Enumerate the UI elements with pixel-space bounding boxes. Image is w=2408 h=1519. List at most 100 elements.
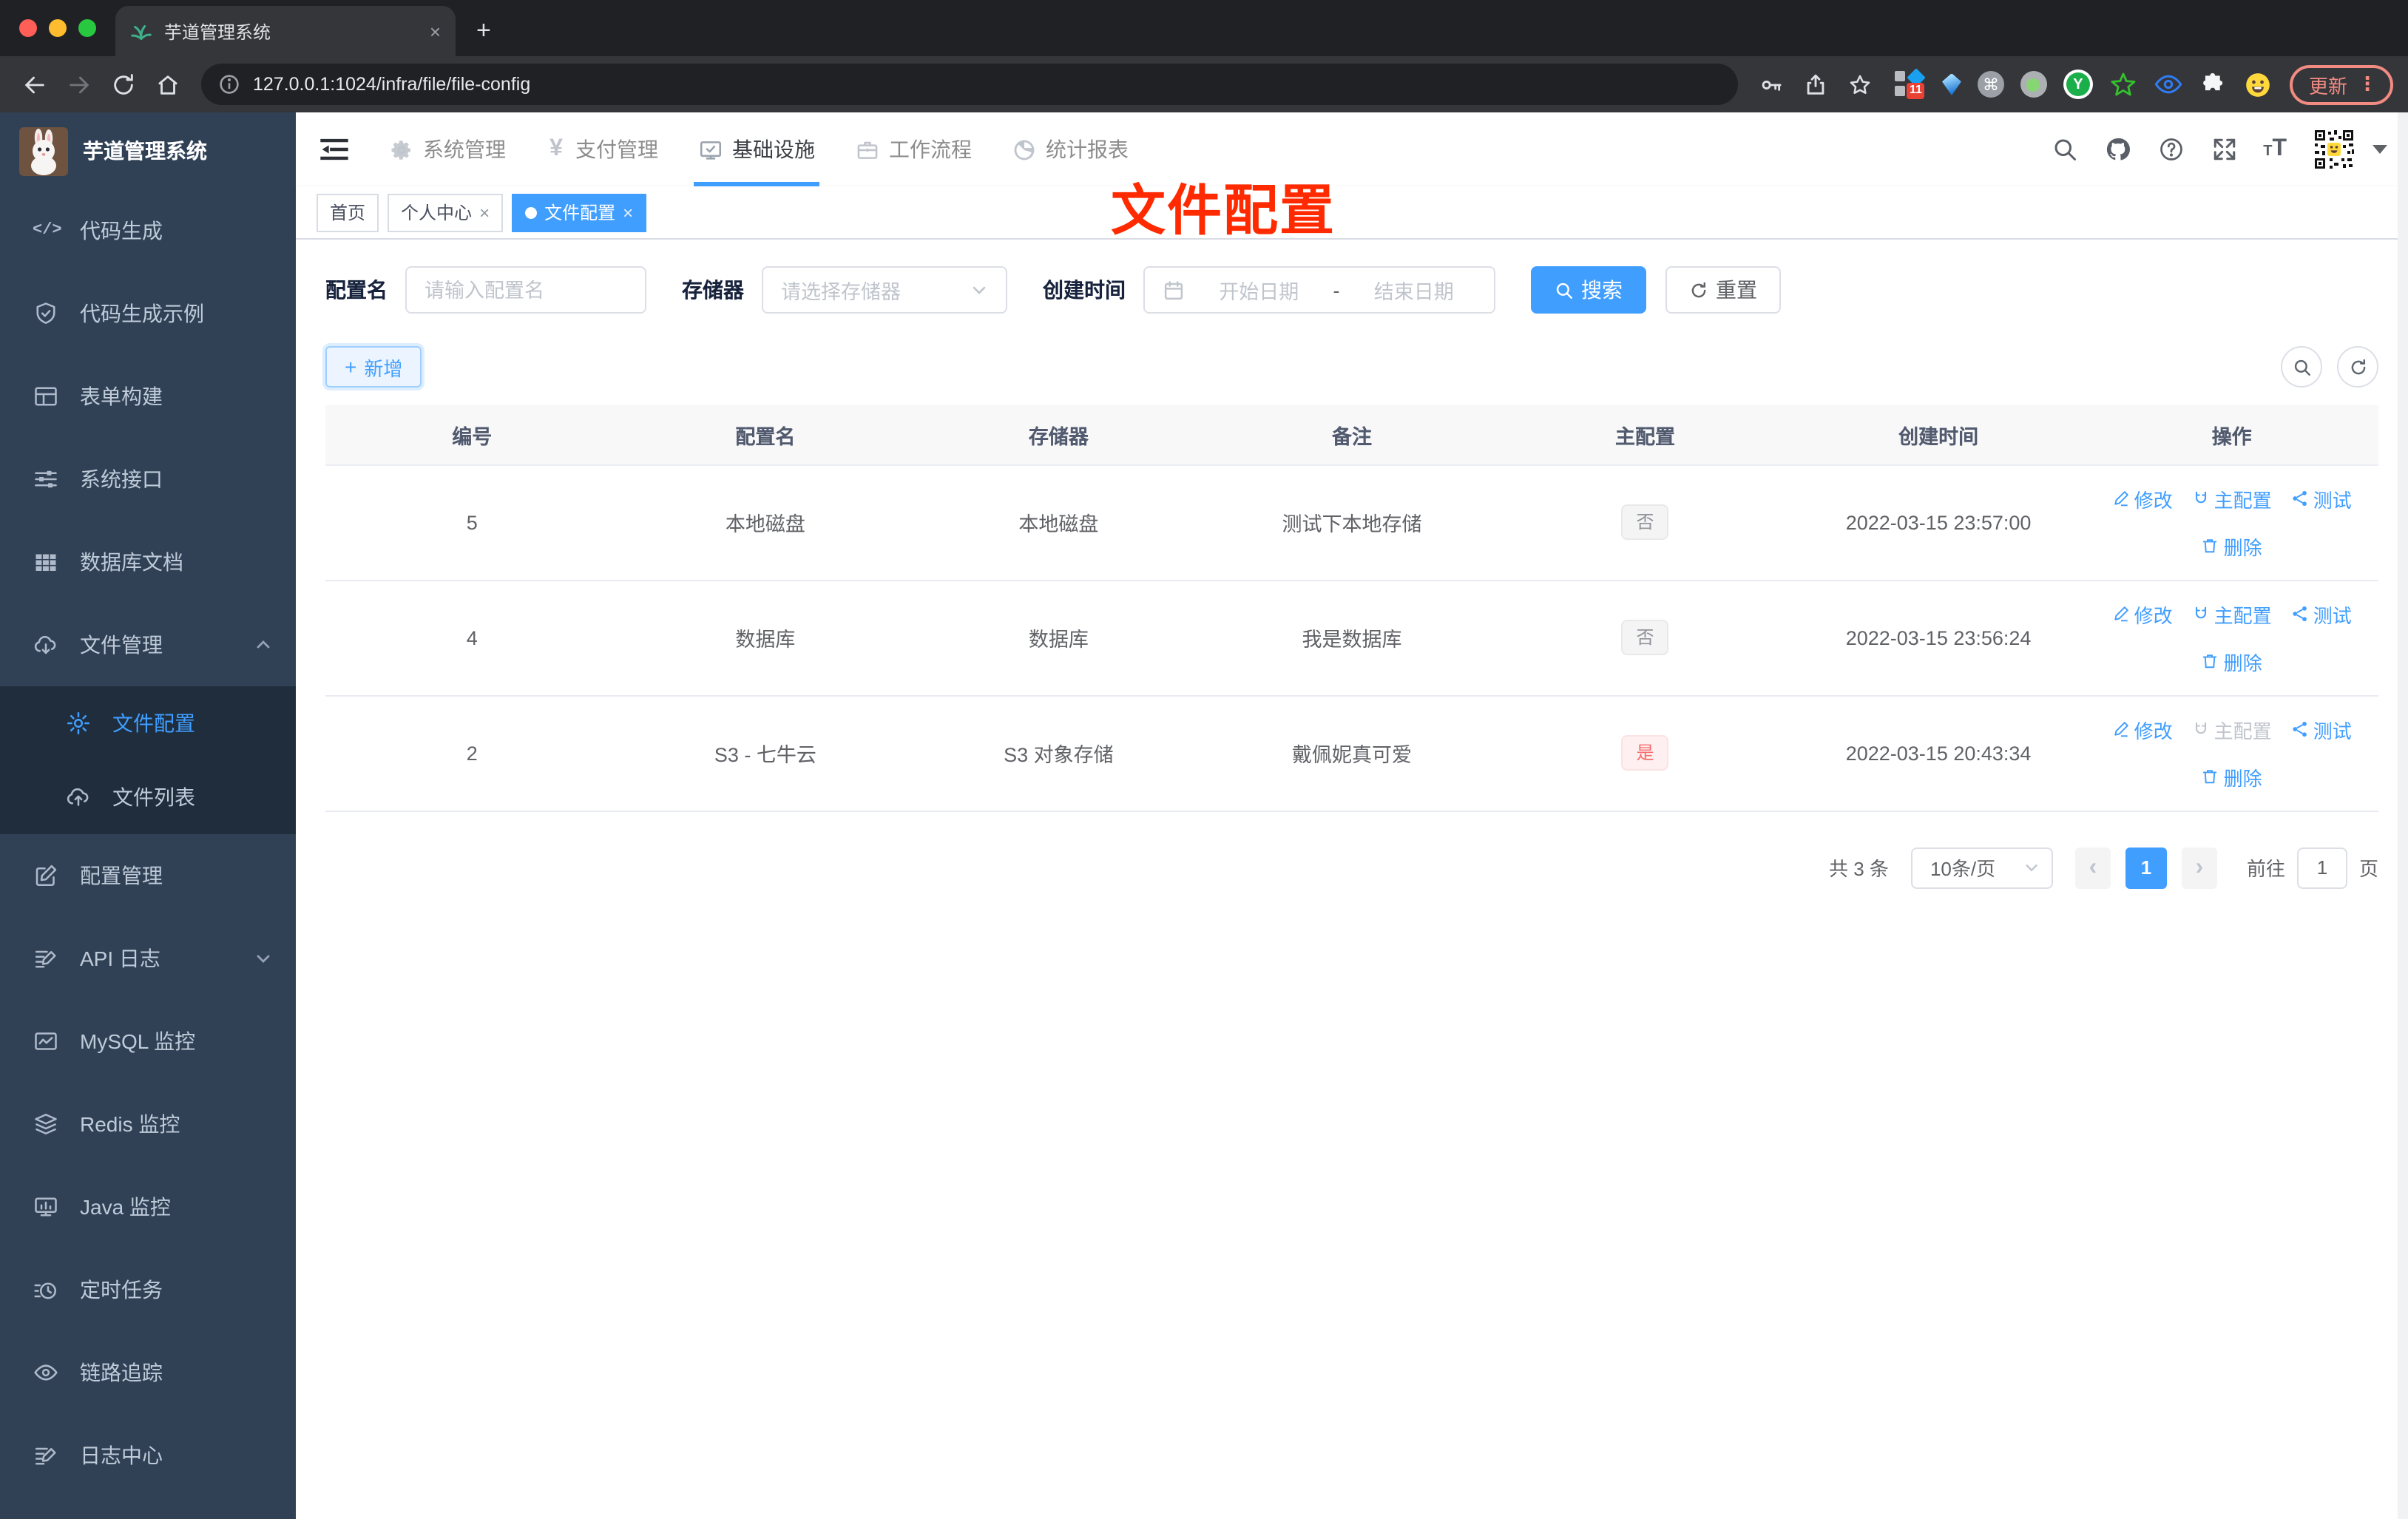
sidebar-item-api-log[interactable]: API 日志 <box>0 917 296 1000</box>
window-zoom-button[interactable] <box>78 19 96 37</box>
browser-chrome: 芋道管理系统 127.0.0.1:1024/infra/file/file-co… <box>0 0 2408 112</box>
extension-command-icon[interactable] <box>1977 71 2004 98</box>
extension-puzzle-icon[interactable] <box>2199 70 2228 98</box>
reset-button[interactable]: 重置 <box>1665 266 1781 314</box>
date-separator: - <box>1333 279 1340 301</box>
extension-star-icon[interactable] <box>2109 70 2137 98</box>
sidebar-collapse-icon[interactable] <box>318 133 351 166</box>
extension-emoji-icon[interactable] <box>2244 70 2272 98</box>
close-icon[interactable] <box>479 202 490 223</box>
sidebar-item-code-gen-demo[interactable]: 代码生成示例 <box>0 272 296 355</box>
sidebar-item-db-doc[interactable]: 数据库文档 <box>0 521 296 603</box>
sidebar-item-redis-monitor[interactable]: Redis 监控 <box>0 1083 296 1166</box>
refresh-button[interactable] <box>2337 346 2378 388</box>
caret-down-icon[interactable] <box>2373 145 2387 154</box>
tab-title: 芋道管理系统 <box>164 21 271 42</box>
search-icon[interactable] <box>2050 135 2078 163</box>
help-icon[interactable] <box>2157 135 2185 163</box>
tag-view-profile[interactable]: 个人中心 <box>388 193 504 231</box>
delete-action[interactable]: 删除 <box>2202 647 2262 675</box>
avatar[interactable] <box>2312 127 2356 172</box>
sidebar-item-code-gen[interactable]: </> 代码生成 <box>0 189 296 272</box>
sidebar-item-file-list[interactable]: 文件列表 <box>0 760 296 834</box>
sidebar-item-system-api[interactable]: 系统接口 <box>0 438 296 521</box>
col-remark: 备注 <box>1205 405 1499 465</box>
sidebar-item-mysql-monitor[interactable]: MySQL 监控 <box>0 1000 296 1083</box>
github-icon[interactable] <box>2103 135 2131 163</box>
sidebar-item-java-monitor[interactable]: Java 监控 <box>0 1166 296 1248</box>
master-action[interactable]: 主配置 <box>2192 600 2272 628</box>
kebab-menu-icon[interactable] <box>2358 72 2377 96</box>
sidebar-item-form-builder[interactable]: 表单构建 <box>0 355 296 438</box>
topnav-payment-management[interactable]: 支付管理 <box>546 112 658 186</box>
update-button[interactable]: 更新 <box>2289 64 2393 104</box>
edit-action[interactable]: 修改 <box>2112 484 2173 512</box>
forward-icon[interactable] <box>59 65 98 104</box>
close-icon[interactable] <box>623 202 633 223</box>
key-icon[interactable] <box>1753 65 1791 104</box>
delete-action[interactable]: 删除 <box>2202 762 2262 791</box>
test-action[interactable]: 测试 <box>2291 600 2352 628</box>
date-start-placeholder: 开始日期 <box>1219 281 1299 303</box>
site-info-icon[interactable] <box>219 74 240 95</box>
prev-page-button[interactable] <box>2074 847 2111 888</box>
page-size-select[interactable]: 10条/页 <box>1910 847 2053 888</box>
home-icon[interactable] <box>148 65 186 104</box>
reload-icon[interactable] <box>104 65 142 104</box>
sidebar-item-file-management[interactable]: 文件管理 <box>0 603 296 686</box>
trash-icon <box>2203 654 2217 669</box>
search-button[interactable]: 搜索 <box>1531 266 1646 314</box>
next-page-button[interactable] <box>2181 847 2217 888</box>
delete-action[interactable]: 删除 <box>2202 532 2262 560</box>
extension-eye-icon[interactable] <box>2154 70 2183 99</box>
master-action[interactable]: 主配置 <box>2192 484 2272 512</box>
edit-action[interactable]: 修改 <box>2112 600 2173 628</box>
storage-select[interactable]: 请选择存储器 <box>762 266 1007 314</box>
extension-kite-icon[interactable] <box>1941 73 1961 95</box>
sidebar-item-tracing[interactable]: 链路追踪 <box>0 1331 296 1414</box>
extension-grid-icon[interactable]: 11 <box>1894 68 1926 99</box>
magnet-icon <box>2195 722 2206 734</box>
col-id: 编号 <box>325 405 619 465</box>
tag-view-home[interactable]: 首页 <box>317 193 379 231</box>
window-minimize-button[interactable] <box>49 19 67 37</box>
share-icon <box>2293 721 2307 737</box>
tags-view-bar: 首页 个人中心 文件配置 <box>296 186 2408 240</box>
sidebar-logo[interactable]: 芋道管理系统 <box>0 112 296 189</box>
extension-record-icon[interactable] <box>2020 71 2047 98</box>
sidebar-item-log-center[interactable]: 日志中心 <box>0 1414 296 1497</box>
window-close-button[interactable] <box>19 19 37 37</box>
sidebar-item-scheduled-tasks[interactable]: 定时任务 <box>0 1248 296 1331</box>
col-actions: 操作 <box>2085 405 2378 465</box>
add-button[interactable]: 新增 <box>325 346 422 388</box>
new-tab-button[interactable] <box>476 16 491 46</box>
magnet-icon <box>2195 491 2206 504</box>
file-config-table: 编号 配置名 存储器 备注 主配置 创建时间 操作 5 本地磁盘 本地磁盘 测试… <box>325 405 2378 811</box>
goto-page-input[interactable] <box>2296 847 2347 888</box>
topnav-infrastructure[interactable]: 基础设施 <box>694 112 819 186</box>
tag-view-file-config[interactable]: 文件配置 <box>512 193 647 231</box>
config-name-input[interactable] <box>425 279 627 301</box>
browser-tab[interactable]: 芋道管理系统 <box>115 6 456 56</box>
edit-action[interactable]: 修改 <box>2112 715 2173 743</box>
topnav-workflow[interactable]: 工作流程 <box>855 112 972 186</box>
sidebar-item-config-management[interactable]: 配置管理 <box>0 834 296 917</box>
current-page[interactable]: 1 <box>2125 847 2167 888</box>
font-size-icon[interactable]: TT <box>2263 137 2287 161</box>
date-range-input[interactable]: 开始日期 - 结束日期 <box>1143 266 1495 314</box>
topnav-system-management[interactable]: 系统管理 <box>389 112 506 186</box>
url-bar[interactable]: 127.0.0.1:1024/infra/file/file-config <box>201 64 1738 105</box>
test-action[interactable]: 测试 <box>2291 484 2352 512</box>
hide-search-button[interactable] <box>2281 346 2322 388</box>
table-tools <box>2281 346 2378 388</box>
test-action[interactable]: 测试 <box>2291 715 2352 743</box>
extension-y-icon[interactable] <box>2063 70 2093 99</box>
fullscreen-icon[interactable] <box>2210 135 2238 163</box>
scrollbar-track[interactable] <box>2398 112 2408 1519</box>
tab-close-icon[interactable] <box>430 21 441 41</box>
sidebar-item-file-config[interactable]: 文件配置 <box>0 686 296 760</box>
back-icon[interactable] <box>15 65 53 104</box>
star-icon[interactable] <box>1841 65 1880 104</box>
share-icon[interactable] <box>1797 65 1836 104</box>
update-label: 更新 <box>2308 75 2347 97</box>
